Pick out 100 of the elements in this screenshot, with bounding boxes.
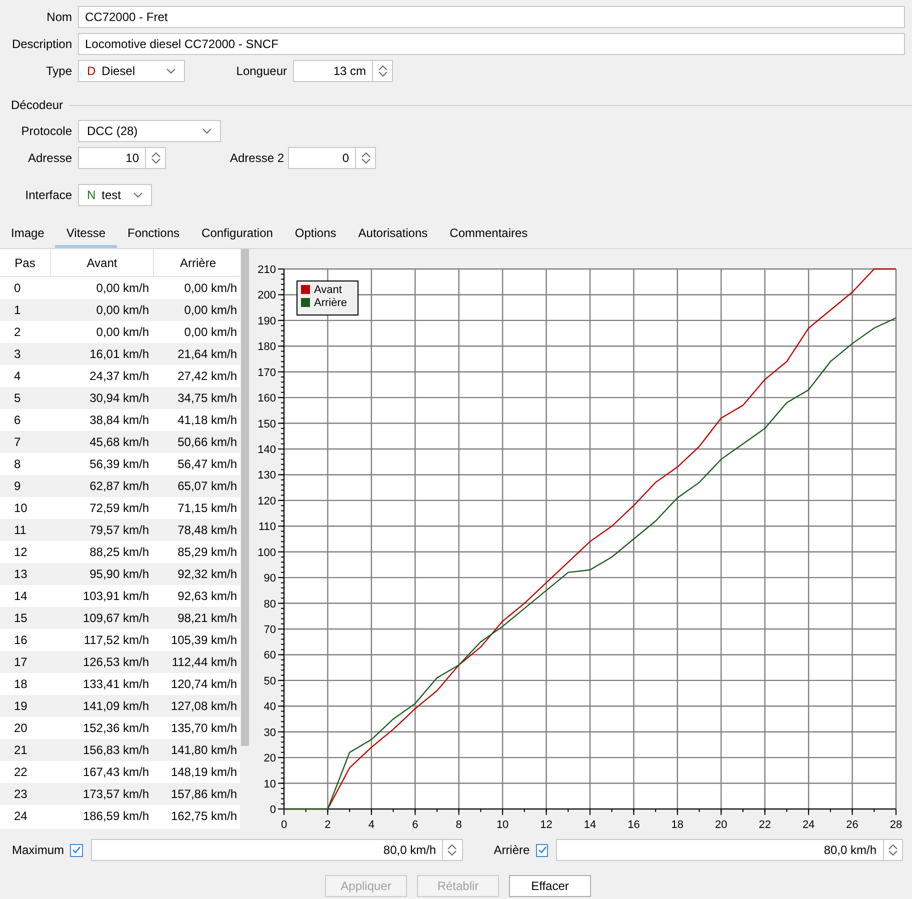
table-cell-text: 10: [13, 501, 28, 515]
axis-tick-label: 24: [802, 819, 815, 829]
table-cell-text: 24: [13, 809, 28, 823]
axis-tick-label: 28: [890, 819, 902, 829]
stepper-icon: [150, 152, 160, 164]
table-cell-text: 22: [13, 765, 28, 779]
table-cell-text: 117,52 km/h: [82, 633, 150, 647]
column-header[interactable]: Avant: [51, 249, 154, 276]
caret-icon: [202, 128, 212, 134]
table-cell-text: 3: [13, 347, 22, 361]
axis-tick-label: 20: [715, 819, 728, 829]
table-cell-text: 27,42 km/h: [176, 369, 238, 383]
table-cell-text: 1: [13, 303, 22, 317]
table-cell-text: 45,68 km/h: [88, 435, 150, 449]
legend-box: [296, 280, 358, 316]
table-cell-text: 17: [13, 655, 28, 669]
table-cell-text: 95,90 km/h: [88, 567, 150, 581]
table-cell-text: 88,25 km/h: [88, 545, 150, 559]
field-label: Arrière: [494, 843, 530, 857]
table-cell-text: 41,18 km/h: [176, 413, 238, 427]
stepper-button[interactable]: [146, 147, 166, 169]
tab[interactable]: Commentaires: [438, 220, 539, 248]
axis-tick-label: 12: [540, 819, 552, 829]
table-cell-text: 56,47 km/h: [176, 457, 238, 471]
table-cell-text: 109,67 km/h: [82, 611, 150, 625]
table-cell-text: 15: [13, 611, 28, 625]
tab[interactable]: Options: [284, 220, 348, 248]
table-cell-text: 56,39 km/h: [88, 457, 150, 471]
stepper-icon: [378, 65, 388, 77]
table-cell-text: 141,09 km/h: [82, 699, 150, 713]
scrollbar-thumb[interactable]: [241, 249, 249, 746]
field-label: Protocole: [20, 124, 73, 138]
axis-tick-label: 26: [846, 819, 858, 829]
checkbox[interactable]: [70, 844, 83, 856]
table-cell-text: 21: [13, 743, 28, 757]
table-cell-text: 92,63 km/h: [176, 589, 238, 603]
axis-tick-label: 10: [496, 819, 509, 829]
interface-dropdown[interactable]: N test: [78, 184, 152, 206]
address-field[interactable]: 0: [288, 147, 356, 169]
table-cell-text: 92,32 km/h: [176, 567, 238, 581]
table-cell-text: 133,41 km/h: [82, 677, 150, 691]
tab[interactable]: Configuration: [190, 220, 284, 248]
table-cell-text: 152,36 km/h: [82, 721, 150, 735]
axis-tick-label: 190: [258, 315, 276, 328]
axis-tick-label: 180: [258, 341, 276, 354]
table-cell-text: 14: [13, 589, 28, 603]
axis-tick-label: 80: [264, 598, 276, 610]
speed-field[interactable]: 80,0 km/h: [90, 839, 444, 861]
axis-tick-label: 8: [456, 819, 462, 829]
action-button[interactable]: Effacer: [509, 875, 591, 897]
table-cell-text: 78,48 km/h: [176, 523, 238, 537]
stepper-button[interactable]: [356, 147, 376, 169]
table-cell-text: 135,70 km/h: [170, 721, 238, 735]
table-cell-text: 19: [13, 699, 28, 713]
axis-tick-label: 22: [758, 819, 771, 829]
protocol-dropdown[interactable]: DCC (28): [78, 120, 221, 142]
table-cell-text: 34,75 km/h: [176, 391, 238, 405]
axis-tick-label: 60: [264, 650, 276, 662]
table-cell-text: 98,21 km/h: [176, 611, 238, 625]
table-cell-text: 0,00 km/h: [95, 325, 150, 339]
axis-tick-label: 170: [258, 366, 276, 379]
axis-tick-label: 160: [258, 392, 276, 405]
axis-tick-label: 20: [264, 752, 276, 765]
table-cell-text: 0,00 km/h: [183, 303, 238, 317]
legend-label: Arrière: [314, 297, 348, 309]
table-cell-text: 16,01 km/h: [88, 347, 150, 361]
table-cell-text: 8: [13, 457, 22, 471]
address-field[interactable]: 10: [78, 147, 146, 169]
type-dropdown[interactable]: D Diesel: [78, 60, 185, 82]
length-field[interactable]: 13 cm: [293, 60, 373, 82]
stepper-button[interactable]: [373, 60, 393, 82]
name-field[interactable]: CC72000 - Fret: [78, 6, 905, 28]
tab[interactable]: Autorisations: [347, 220, 439, 248]
table-cell-text: 50,66 km/h: [176, 435, 238, 449]
table-cell-text: 0,00 km/h: [183, 281, 238, 295]
table-cell-text: 62,87 km/h: [88, 479, 150, 493]
stepper-icon: [447, 844, 458, 856]
stepper-button[interactable]: [443, 839, 463, 861]
table-cell-text: 141,80 km/h: [170, 743, 238, 757]
field-label: Type: [44, 64, 73, 78]
tab[interactable]: Image: [0, 220, 56, 248]
tab[interactable]: Fonctions: [116, 220, 191, 248]
table-cell-text: 167,43 km/h: [82, 765, 150, 779]
column-header[interactable]: Pas: [0, 249, 51, 276]
stepper-icon: [360, 152, 370, 164]
axis-tick-label: 110: [258, 521, 276, 534]
caret-icon: [133, 192, 143, 198]
table-cell-text: 38,84 km/h: [88, 413, 150, 427]
table-cell-text: 2: [13, 325, 22, 339]
checkbox[interactable]: [536, 844, 548, 856]
field-label: Maximum: [12, 843, 64, 857]
axis-tick-label: 0: [280, 819, 288, 829]
table-cell-text: 24,37 km/h: [88, 369, 150, 383]
axis-tick-label: 70: [264, 624, 276, 636]
table-cell-text: 148,19 km/h: [170, 765, 238, 779]
axis-tick-label: 18: [671, 819, 684, 829]
speed-field[interactable]: 80,0 km/h: [556, 839, 884, 861]
stepper-button[interactable]: [884, 839, 903, 861]
description-field[interactable]: Locomotive diesel CC72000 - SNCF: [78, 33, 905, 55]
table-cell-text: 127,08 km/h: [170, 699, 238, 713]
